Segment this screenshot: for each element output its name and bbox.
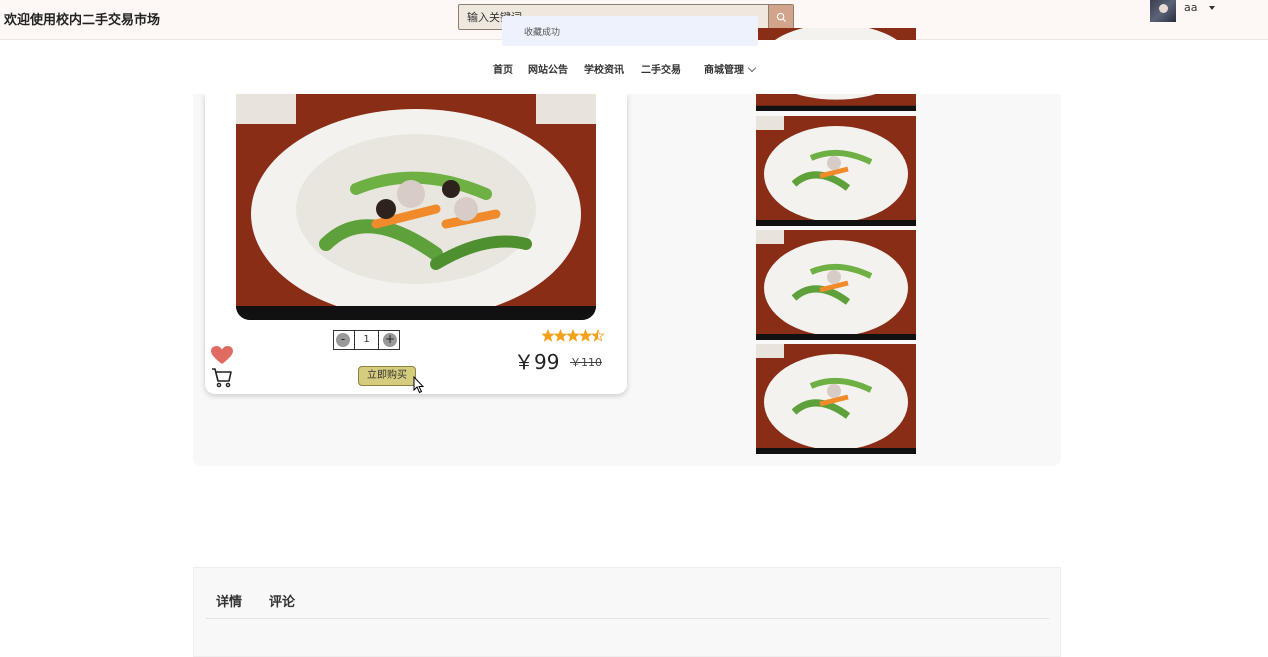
tab-details[interactable]: 详情 — [216, 591, 242, 610]
tab-comments[interactable]: 评论 — [269, 591, 295, 610]
mouse-pointer-icon — [413, 376, 425, 394]
cart-icon[interactable] — [210, 366, 234, 388]
quantity-stepper: - 1 + — [333, 330, 400, 350]
star-fill — [567, 330, 579, 341]
buy-now-button[interactable]: 立即购买 — [358, 366, 416, 386]
current-price: ￥99 — [514, 350, 560, 374]
detail-tabs-panel: 详情 评论 — [193, 567, 1061, 657]
product-thumbnail[interactable] — [756, 344, 916, 454]
avatar[interactable] — [1150, 0, 1176, 22]
search-button[interactable] — [768, 5, 793, 29]
quantity-value[interactable]: 1 — [354, 331, 379, 349]
main-nav: 首页 网站公告 学校资讯 二手交易 商城管理 — [0, 40, 1268, 94]
nav-home[interactable]: 首页 — [493, 61, 513, 76]
original-price: ￥110 — [570, 356, 602, 369]
chevron-down-icon — [747, 63, 757, 73]
product-thumbnail[interactable] — [756, 116, 916, 226]
caret-down-icon[interactable] — [1209, 6, 1216, 10]
product-main-image — [236, 94, 596, 320]
user-menu[interactable]: aa — [1150, 0, 1216, 22]
nav-announcements[interactable]: 网站公告 — [528, 61, 568, 76]
star-rating — [541, 328, 606, 346]
decrement-button[interactable]: - — [336, 333, 350, 347]
star-fill — [554, 330, 567, 341]
star-fill — [579, 330, 592, 341]
toast-message: 收藏成功 — [502, 16, 758, 46]
product-thumbnail[interactable] — [756, 230, 916, 340]
nav-mall-management-label: 商城管理 — [704, 65, 744, 76]
increment-button[interactable]: + — [383, 333, 397, 347]
star-fill — [542, 330, 554, 341]
nav-second-hand[interactable]: 二手交易 — [641, 61, 681, 76]
nav-mall-management[interactable]: 商城管理 — [704, 61, 757, 76]
nav-school-news[interactable]: 学校资讯 — [584, 61, 624, 76]
username[interactable]: aa — [1184, 1, 1197, 14]
heart-icon[interactable] — [210, 345, 234, 365]
tabs-divider — [206, 618, 1049, 619]
site-title: 欢迎使用校内二手交易市场 — [4, 13, 161, 28]
search-icon — [776, 12, 786, 22]
